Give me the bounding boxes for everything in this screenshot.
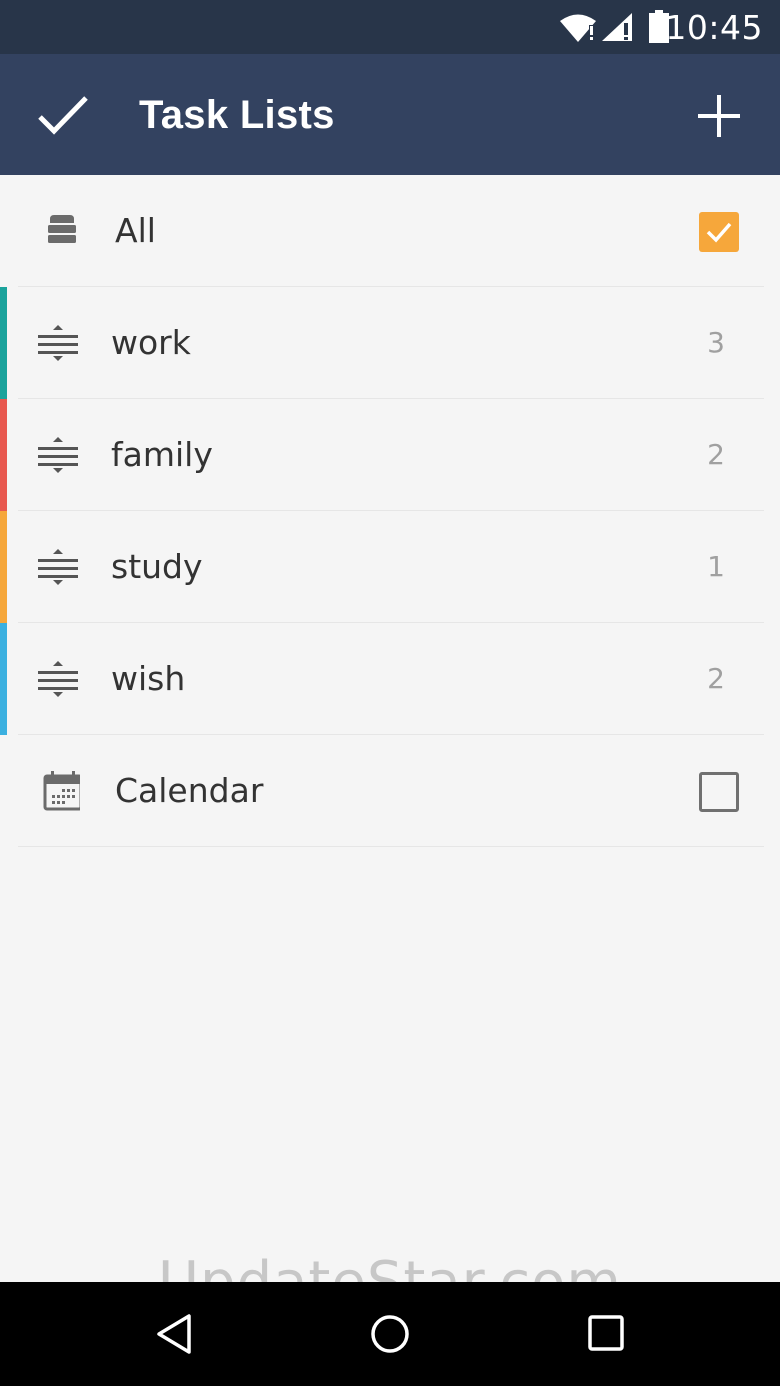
list-color-stripe [0,399,7,511]
status-clock: 10:45 [665,8,763,47]
calendar-icon [43,771,80,811]
divider [18,846,764,847]
reorder-icon[interactable] [36,659,80,699]
list-item-calendar[interactable]: Calendar [0,735,780,847]
reorder-icon[interactable] [36,435,80,475]
wifi-icon [560,14,596,42]
list-label: All [115,211,156,250]
list-item-family[interactable]: family 2 [0,399,780,511]
check-icon[interactable] [36,92,90,138]
task-count: 1 [707,550,725,583]
list-color-stripe [0,287,7,399]
checkmark-icon [706,222,732,243]
recents-icon[interactable] [586,1313,628,1355]
task-count: 3 [707,326,725,359]
reorder-icon[interactable] [36,323,80,363]
task-lists: All work 3 family 2 study 1 wish 2 Calen… [0,175,780,847]
list-item-all[interactable]: All [0,175,780,287]
list-item-study[interactable]: study 1 [0,511,780,623]
back-icon[interactable] [152,1312,196,1356]
list-label: wish [111,659,186,698]
plus-icon[interactable] [697,94,741,138]
list-label: study [111,547,203,586]
page-title: Task Lists [139,93,335,137]
list-color-stripe [0,511,7,623]
stack-icon [48,215,76,243]
calendar-checkbox[interactable] [699,772,739,812]
app-bar: Task Lists [0,54,780,175]
navigation-bar [0,1282,780,1386]
list-item-wish[interactable]: wish 2 [0,623,780,735]
list-label: work [111,323,191,362]
list-color-stripe [0,623,7,735]
signal-icon [602,13,632,41]
list-label: Calendar [115,771,264,810]
task-count: 2 [707,438,725,471]
all-checkbox[interactable] [699,212,739,252]
list-label: family [111,435,213,474]
home-icon[interactable] [368,1312,412,1356]
list-item-work[interactable]: work 3 [0,287,780,399]
reorder-icon[interactable] [36,547,80,587]
task-count: 2 [707,662,725,695]
status-bar: 10:45 [0,0,780,54]
